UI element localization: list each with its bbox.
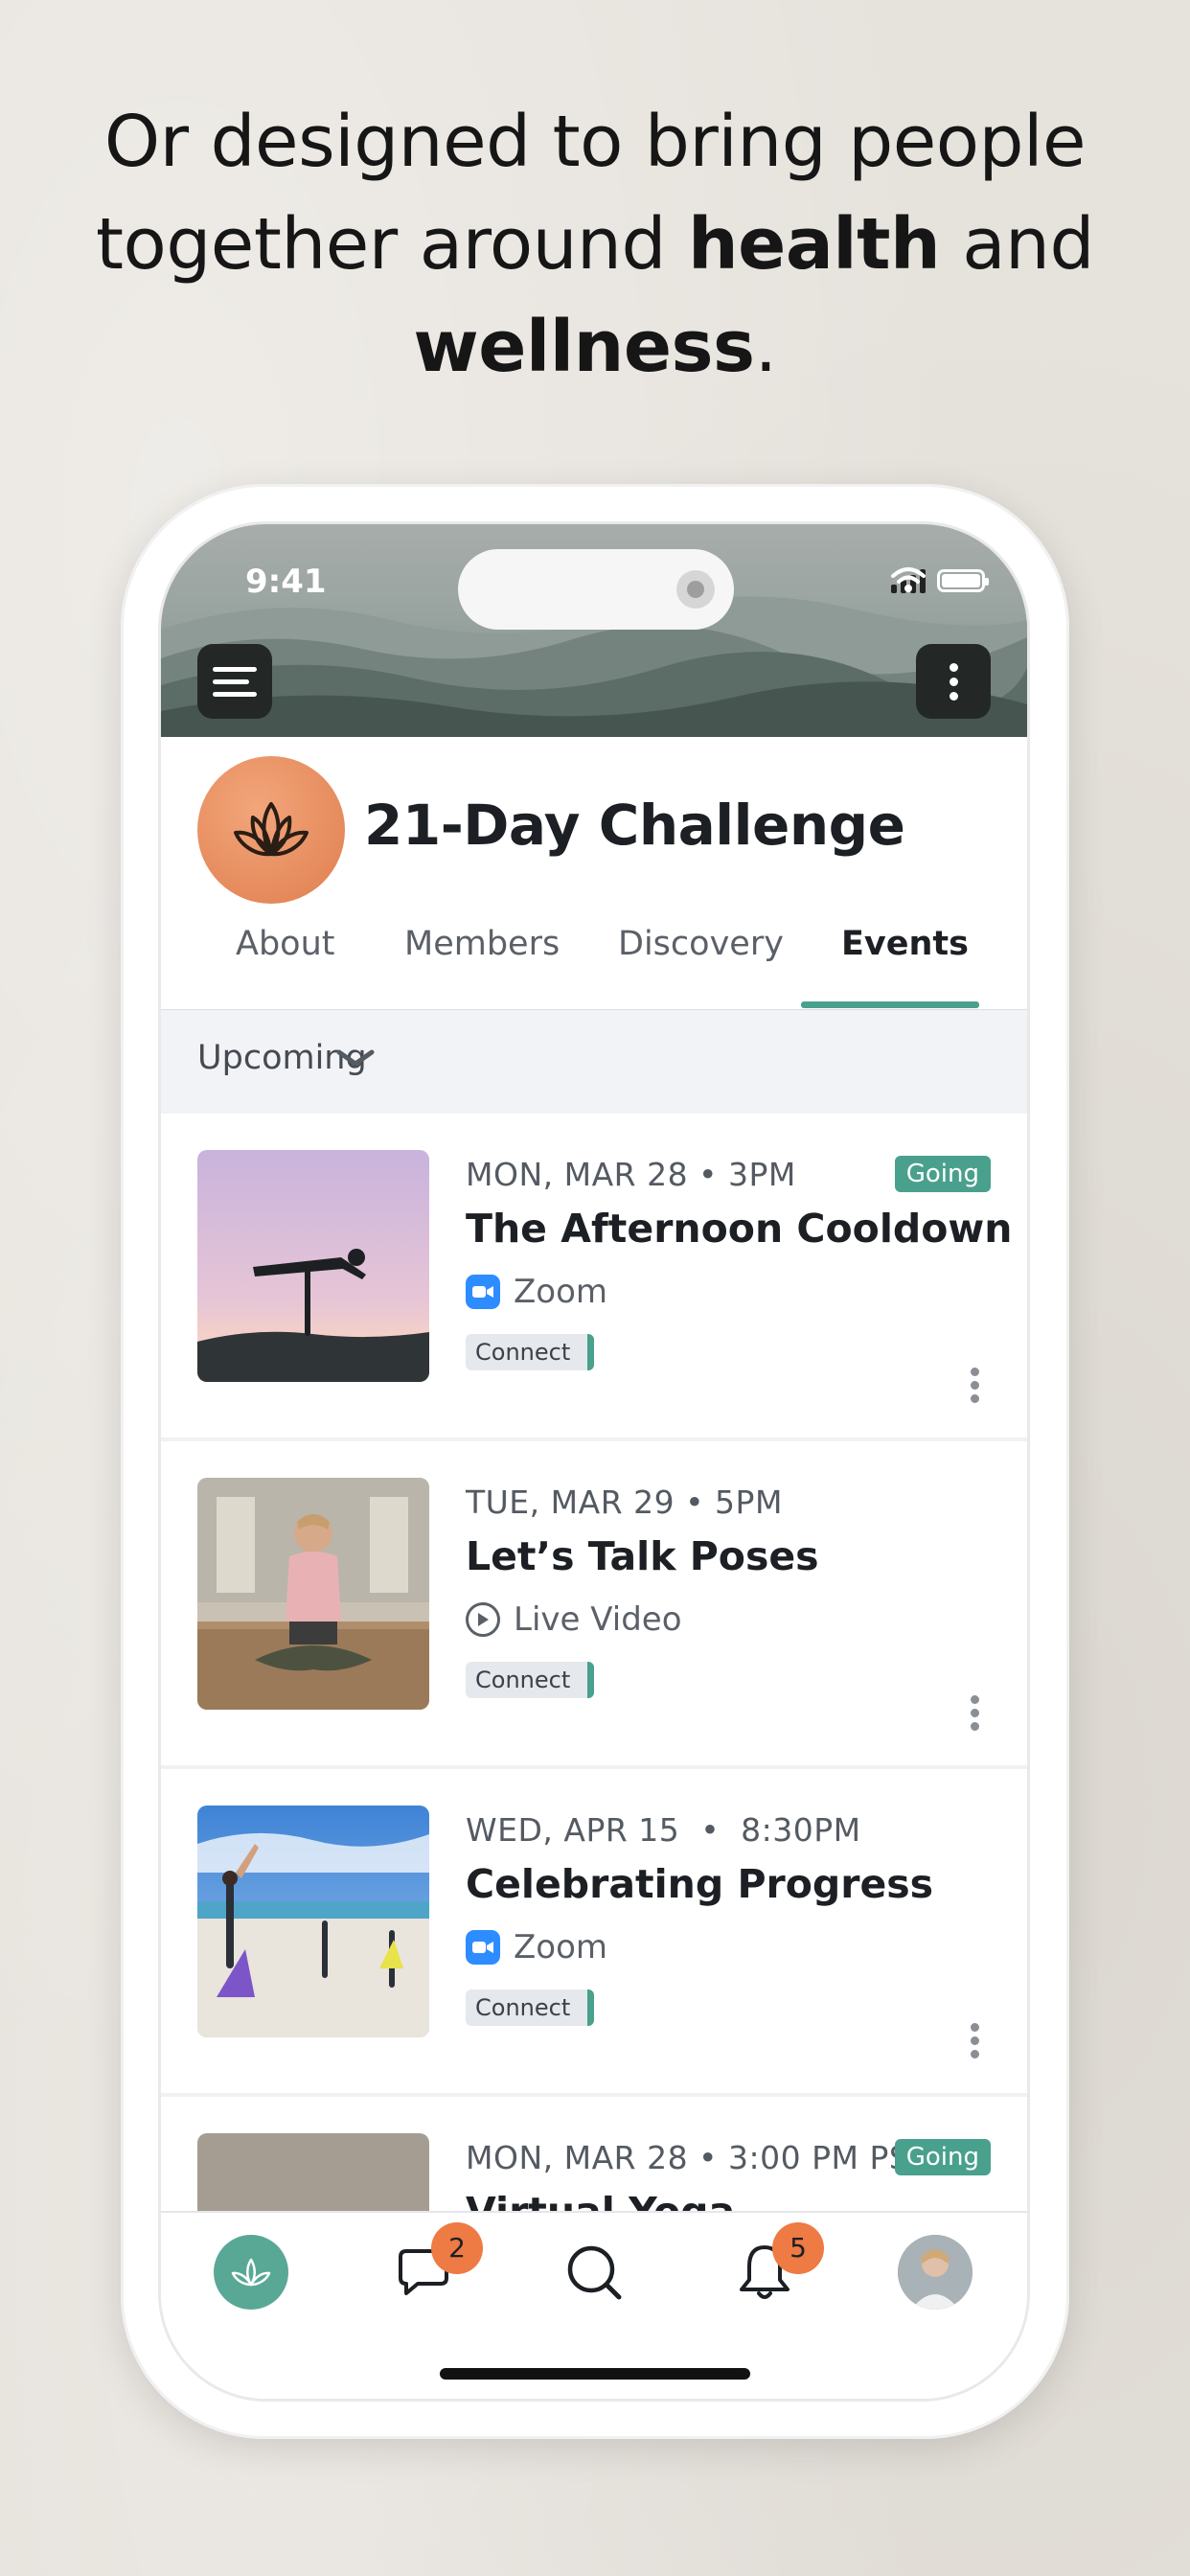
connect-chip[interactable]: Connect [466, 1990, 595, 2026]
headline-line-3: wellness. [0, 296, 1190, 399]
camera-icon [676, 570, 715, 609]
tab-bar: About Members Discovery Events [161, 919, 1027, 1011]
menu-button[interactable] [197, 644, 272, 719]
event-title: Let’s Talk Poses [466, 1533, 819, 1579]
nav-search[interactable] [556, 2234, 632, 2311]
nav-messages[interactable]: 2 [385, 2222, 483, 2311]
event-date: MON, MAR 28 • 3PM [466, 1156, 796, 1193]
headline-period: . [754, 306, 778, 388]
event-more-icon[interactable] [971, 2018, 979, 2063]
active-tab-indicator [801, 1001, 979, 1008]
event-card[interactable]: MON, MAR 28 • 3PM Going The Afternoon Co… [161, 1114, 1027, 1443]
more-options-button[interactable] [916, 644, 991, 719]
headline: Or designed to bring people together aro… [0, 91, 1190, 399]
going-badge: Going [894, 1156, 991, 1192]
headline-text: together around [96, 203, 688, 286]
group-title: 21-Day Challenge [364, 793, 905, 858]
event-thumbnail-beach-yoga [197, 1806, 429, 2037]
more-vertical-icon [949, 657, 958, 706]
hamburger-icon [213, 659, 257, 704]
event-location-label: Zoom [514, 1928, 608, 1966]
play-circle-icon [466, 1602, 500, 1637]
headline-text: and [940, 203, 1094, 286]
search-icon [567, 2245, 622, 2300]
going-badge: Going [894, 2139, 991, 2175]
status-icons [891, 566, 989, 595]
dynamic-island [458, 549, 734, 630]
event-more-icon[interactable] [971, 1363, 979, 1408]
event-date: WED, APR 15 • 8:30PM [466, 1811, 861, 1849]
event-title: Celebrating Progress [466, 1861, 934, 1907]
event-title: The Afternoon Cooldown [466, 1206, 1013, 1252]
status-time: 9:41 [245, 563, 327, 601]
nav-home[interactable] [213, 2234, 289, 2311]
headline-line-2: together around health and [0, 194, 1190, 296]
event-thumbnail-yoga-sunset [197, 1150, 429, 1382]
lotus-home-icon [214, 2235, 288, 2310]
nav-notifications[interactable]: 5 [726, 2222, 824, 2311]
event-location: Zoom [466, 1928, 607, 1966]
header-banner: 9:41 [161, 524, 1027, 737]
notifications-badge: 5 [772, 2222, 824, 2274]
event-date: TUE, MAR 29 • 5PM [466, 1484, 783, 1521]
event-more-icon[interactable] [971, 1690, 979, 1736]
event-location: Live Video [466, 1600, 682, 1639]
headline-line-1: Or designed to bring people [103, 101, 1087, 183]
tab-members[interactable]: Members [404, 925, 560, 963]
lotus-icon [234, 802, 309, 857]
tab-discovery[interactable]: Discovery [618, 925, 784, 963]
group-avatar[interactable] [197, 756, 345, 904]
event-location: Zoom [466, 1273, 607, 1311]
event-thumbnail-seated-pose [197, 1478, 429, 1710]
headline-bold-health: health [687, 203, 941, 286]
nav-profile[interactable] [897, 2234, 973, 2311]
chevron-down-icon [336, 1049, 375, 1067]
event-card[interactable]: WED, APR 15 • 8:30PM Celebrating Progres… [161, 1769, 1027, 2099]
upcoming-filter[interactable]: Upcoming [161, 1010, 1027, 1114]
connect-chip[interactable]: Connect [466, 1334, 595, 1370]
battery-icon [937, 569, 989, 592]
zoom-icon [466, 1275, 500, 1309]
phone-screen: 9:41 21-Day Challenge About Members Disc… [161, 524, 1027, 2399]
event-location-label: Live Video [514, 1600, 682, 1639]
event-date: MON, MAR 28 • 3:00 PM PST [466, 2139, 929, 2176]
tab-about[interactable]: About [236, 925, 334, 963]
profile-avatar [898, 2235, 973, 2310]
headline-bold-wellness: wellness [413, 306, 755, 388]
event-card[interactable]: TUE, MAR 29 • 5PM Let’s Talk Poses Live … [161, 1441, 1027, 1771]
messages-badge: 2 [431, 2222, 483, 2274]
event-location-label: Zoom [514, 1273, 608, 1311]
home-indicator [440, 2368, 750, 2380]
group-header: 21-Day Challenge [161, 737, 1027, 919]
tab-events[interactable]: Events [841, 925, 969, 963]
wifi-icon [891, 567, 926, 592]
connect-chip[interactable]: Connect [466, 1662, 595, 1698]
zoom-icon [466, 1930, 500, 1965]
